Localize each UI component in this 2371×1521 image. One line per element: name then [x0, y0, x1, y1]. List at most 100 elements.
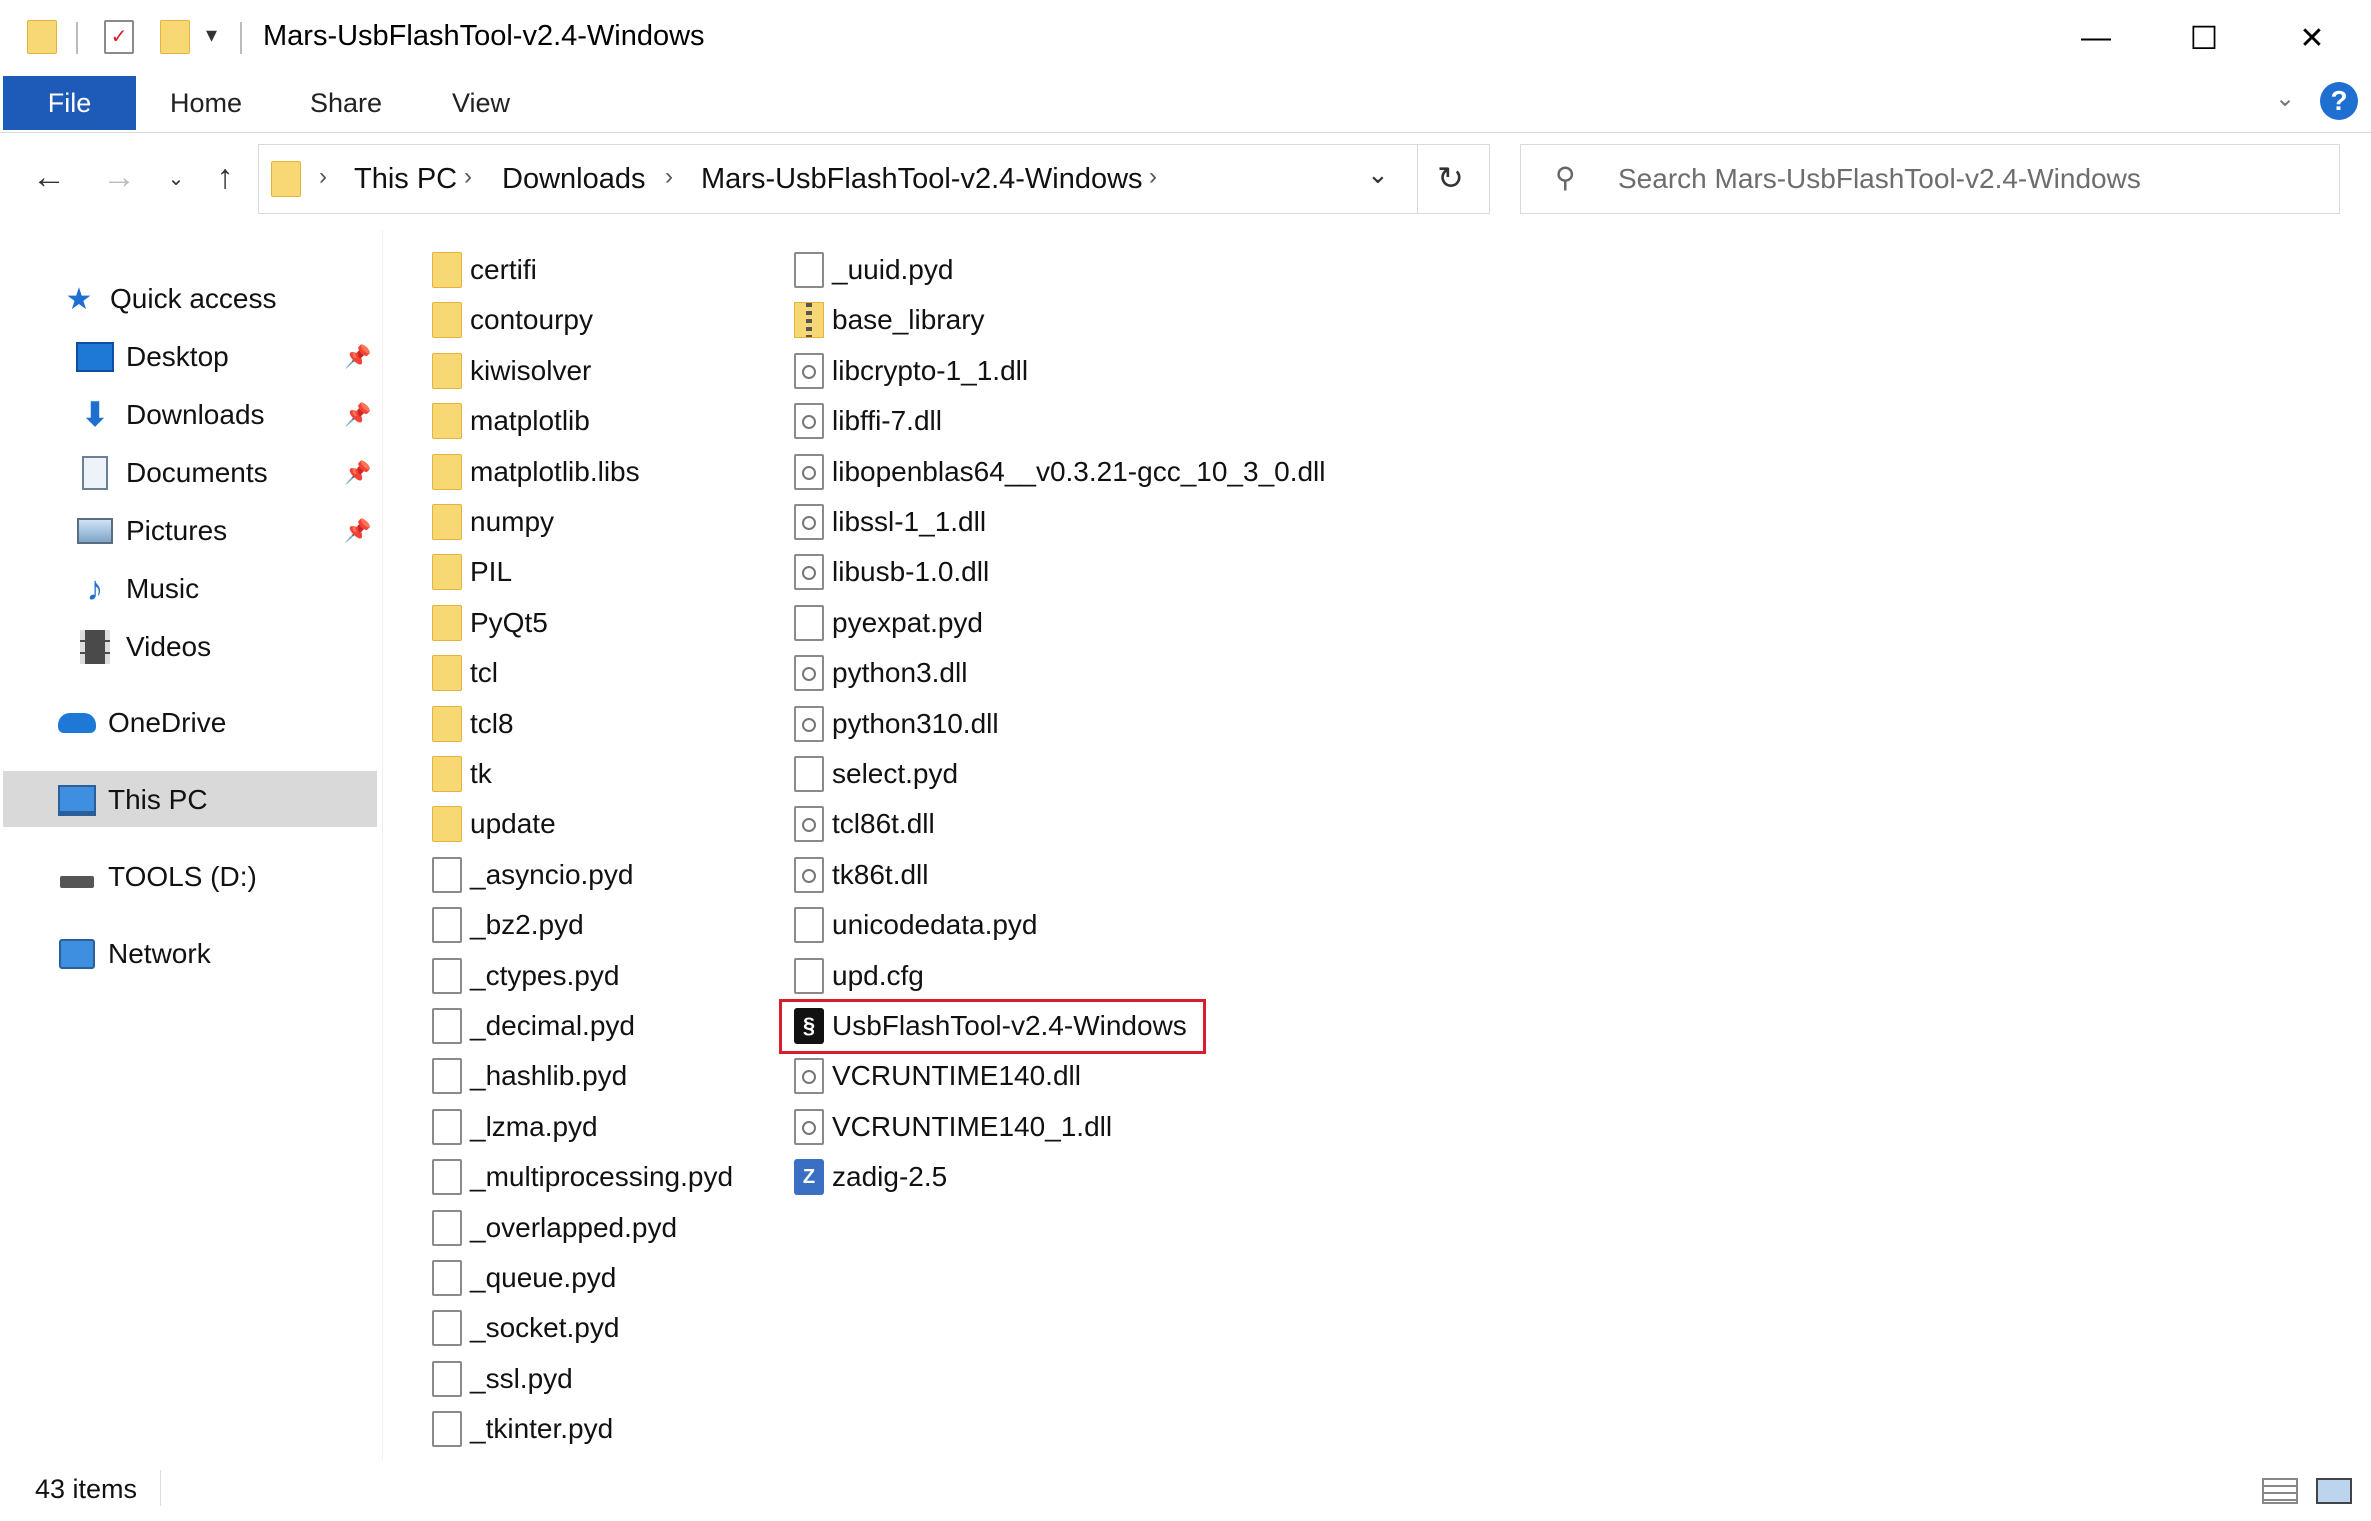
nav-network[interactable]: Network — [58, 929, 211, 979]
search-placeholder: Search Mars-UsbFlashTool-v2.4-Windows — [1618, 163, 2141, 194]
recent-locations-icon[interactable]: ⌄ — [154, 166, 198, 191]
large-icons-view-icon[interactable] — [2316, 1478, 2352, 1504]
file-item[interactable]: _queue.pyd — [432, 1256, 616, 1300]
file-icon — [432, 1260, 462, 1296]
file-item[interactable]: _socket.pyd — [432, 1306, 619, 1350]
file-item[interactable]: python310.dll — [794, 702, 999, 746]
file-item[interactable]: libopenblas64__v0.3.21-gcc_10_3_0.dll — [794, 450, 1326, 494]
file-item[interactable]: libcrypto-1_1.dll — [794, 349, 1028, 393]
file-item[interactable]: _bz2.pyd — [432, 903, 584, 947]
file-item[interactable]: tcl — [432, 651, 498, 695]
properties-icon[interactable]: ✓ — [104, 20, 134, 54]
nav-downloads[interactable]: ⬇ Downloads — [76, 390, 265, 440]
expand-ribbon-icon[interactable]: ⌄ — [2275, 84, 2295, 113]
file-name: tcl86t.dll — [832, 808, 935, 840]
nav-pictures[interactable]: Pictures — [76, 506, 227, 556]
chevron-right-icon[interactable]: › — [464, 163, 472, 191]
minimize-button[interactable]: — — [2046, 0, 2146, 76]
pin-icon[interactable]: 📌 — [344, 402, 371, 428]
nav-videos[interactable]: Videos — [76, 622, 211, 672]
search-input[interactable]: ⚲ Search Mars-UsbFlashTool-v2.4-Windows — [1520, 144, 2340, 214]
up-arrow-icon[interactable]: ↑ — [203, 158, 247, 197]
tab-view[interactable]: View — [425, 76, 537, 130]
file-item[interactable]: numpy — [432, 500, 554, 544]
chevron-right-icon[interactable]: › — [665, 163, 673, 191]
file-name: update — [470, 808, 556, 840]
maximize-button[interactable]: ☐ — [2154, 0, 2254, 76]
tab-home[interactable]: Home — [150, 76, 262, 130]
close-button[interactable]: ✕ — [2262, 0, 2362, 76]
nav-label: Quick access — [110, 283, 277, 314]
file-item[interactable]: _asyncio.pyd — [432, 853, 633, 897]
file-item[interactable]: _multiprocessing.pyd — [432, 1155, 733, 1199]
help-icon[interactable]: ? — [2320, 82, 2358, 120]
file-item[interactable]: _hashlib.pyd — [432, 1054, 627, 1098]
file-item[interactable]: base_library — [794, 298, 985, 342]
file-item[interactable]: _lzma.pyd — [432, 1105, 598, 1149]
pin-icon[interactable]: 📌 — [344, 344, 371, 370]
nav-quick-access[interactable]: ★ Quick access — [60, 274, 277, 324]
customize-quick-access-icon[interactable]: ▾ — [206, 22, 217, 48]
file-item[interactable]: select.pyd — [794, 752, 958, 796]
nav-drive-d[interactable]: TOOLS (D:) — [58, 852, 257, 902]
details-view-icon[interactable] — [2262, 1478, 2298, 1504]
file-item[interactable]: contourpy — [432, 298, 593, 342]
nav-this-pc[interactable]: This PC — [58, 775, 208, 825]
chevron-right-icon[interactable]: › — [319, 163, 327, 191]
file-item[interactable]: _uuid.pyd — [794, 248, 953, 292]
file-item[interactable]: unicodedata.pyd — [794, 903, 1038, 947]
file-item[interactable]: tk86t.dll — [794, 853, 929, 897]
file-name: VCRUNTIME140_1.dll — [832, 1110, 1113, 1142]
file-item[interactable]: tk — [432, 752, 492, 796]
address-bar[interactable]: › This PC › Downloads › Mars-UsbFlashToo… — [258, 144, 1490, 214]
nav-desktop[interactable]: Desktop — [76, 332, 229, 382]
file-item[interactable]: python3.dll — [794, 651, 967, 695]
file-item[interactable]: libusb-1.0.dll — [794, 550, 989, 594]
file-item[interactable]: VCRUNTIME140_1.dll — [794, 1105, 1112, 1149]
file-item[interactable]: matplotlib.libs — [432, 450, 640, 494]
file-item[interactable]: Zzadig-2.5 — [794, 1155, 947, 1199]
file-name: _hashlib.pyd — [470, 1060, 628, 1092]
file-item[interactable]: tcl86t.dll — [794, 802, 935, 846]
file-item[interactable]: matplotlib — [432, 399, 590, 443]
file-item[interactable]: _ctypes.pyd — [432, 954, 619, 998]
new-folder-icon[interactable] — [160, 20, 190, 54]
file-name: certifi — [470, 254, 537, 285]
file-icon — [432, 1310, 462, 1347]
file-item[interactable]: PIL — [432, 550, 512, 594]
file-item[interactable]: upd.cfg — [794, 954, 924, 998]
file-item[interactable]: _decimal.pyd — [432, 1004, 635, 1048]
file-item[interactable]: libffi-7.dll — [794, 399, 942, 443]
file-item[interactable]: update — [432, 802, 556, 846]
pin-icon[interactable]: 📌 — [344, 460, 371, 486]
file-item[interactable]: VCRUNTIME140.dll — [794, 1054, 1081, 1098]
tab-file[interactable]: File — [3, 76, 136, 130]
file-item[interactable]: _tkinter.pyd — [432, 1407, 613, 1451]
file-item[interactable]: tcl8 — [432, 702, 514, 746]
file-item[interactable]: _overlapped.pyd — [432, 1206, 677, 1250]
file-item[interactable]: kiwisolver — [432, 349, 591, 393]
pin-icon[interactable]: 📌 — [344, 518, 371, 544]
file-name: libopenblas64__v0.3.21-gcc_10_3_0.dll — [832, 455, 1326, 487]
tab-share[interactable]: Share — [290, 76, 402, 130]
breadcrumb-current-folder[interactable]: Mars-UsbFlashTool-v2.4-Windows — [701, 163, 1143, 196]
file-name: tcl — [470, 657, 498, 689]
address-dropdown-icon[interactable]: ⌄ — [1367, 159, 1389, 190]
file-item[interactable]: libssl-1_1.dll — [794, 500, 986, 544]
breadcrumb-this-pc[interactable]: This PC — [354, 163, 457, 196]
forward-arrow-icon[interactable]: → — [97, 158, 141, 197]
nav-documents[interactable]: Documents — [76, 448, 268, 498]
chevron-right-icon[interactable]: › — [1149, 163, 1157, 191]
file-icon — [432, 907, 462, 944]
nav-onedrive[interactable]: OneDrive — [58, 698, 226, 748]
file-item[interactable]: certifi — [432, 248, 537, 292]
breadcrumb-downloads[interactable]: Downloads — [502, 163, 645, 196]
back-arrow-icon[interactable]: ← — [27, 158, 71, 197]
file-item[interactable]: PyQt5 — [432, 601, 548, 645]
ribbon-tabs: File Home Share View ⌄ ? — [0, 76, 2371, 133]
refresh-icon[interactable]: ↻ — [1437, 159, 1464, 197]
file-item[interactable]: _ssl.pyd — [432, 1357, 573, 1401]
file-item[interactable]: pyexpat.pyd — [794, 601, 983, 645]
file-icon — [794, 756, 824, 792]
nav-music[interactable]: ♪ Music — [76, 564, 200, 614]
